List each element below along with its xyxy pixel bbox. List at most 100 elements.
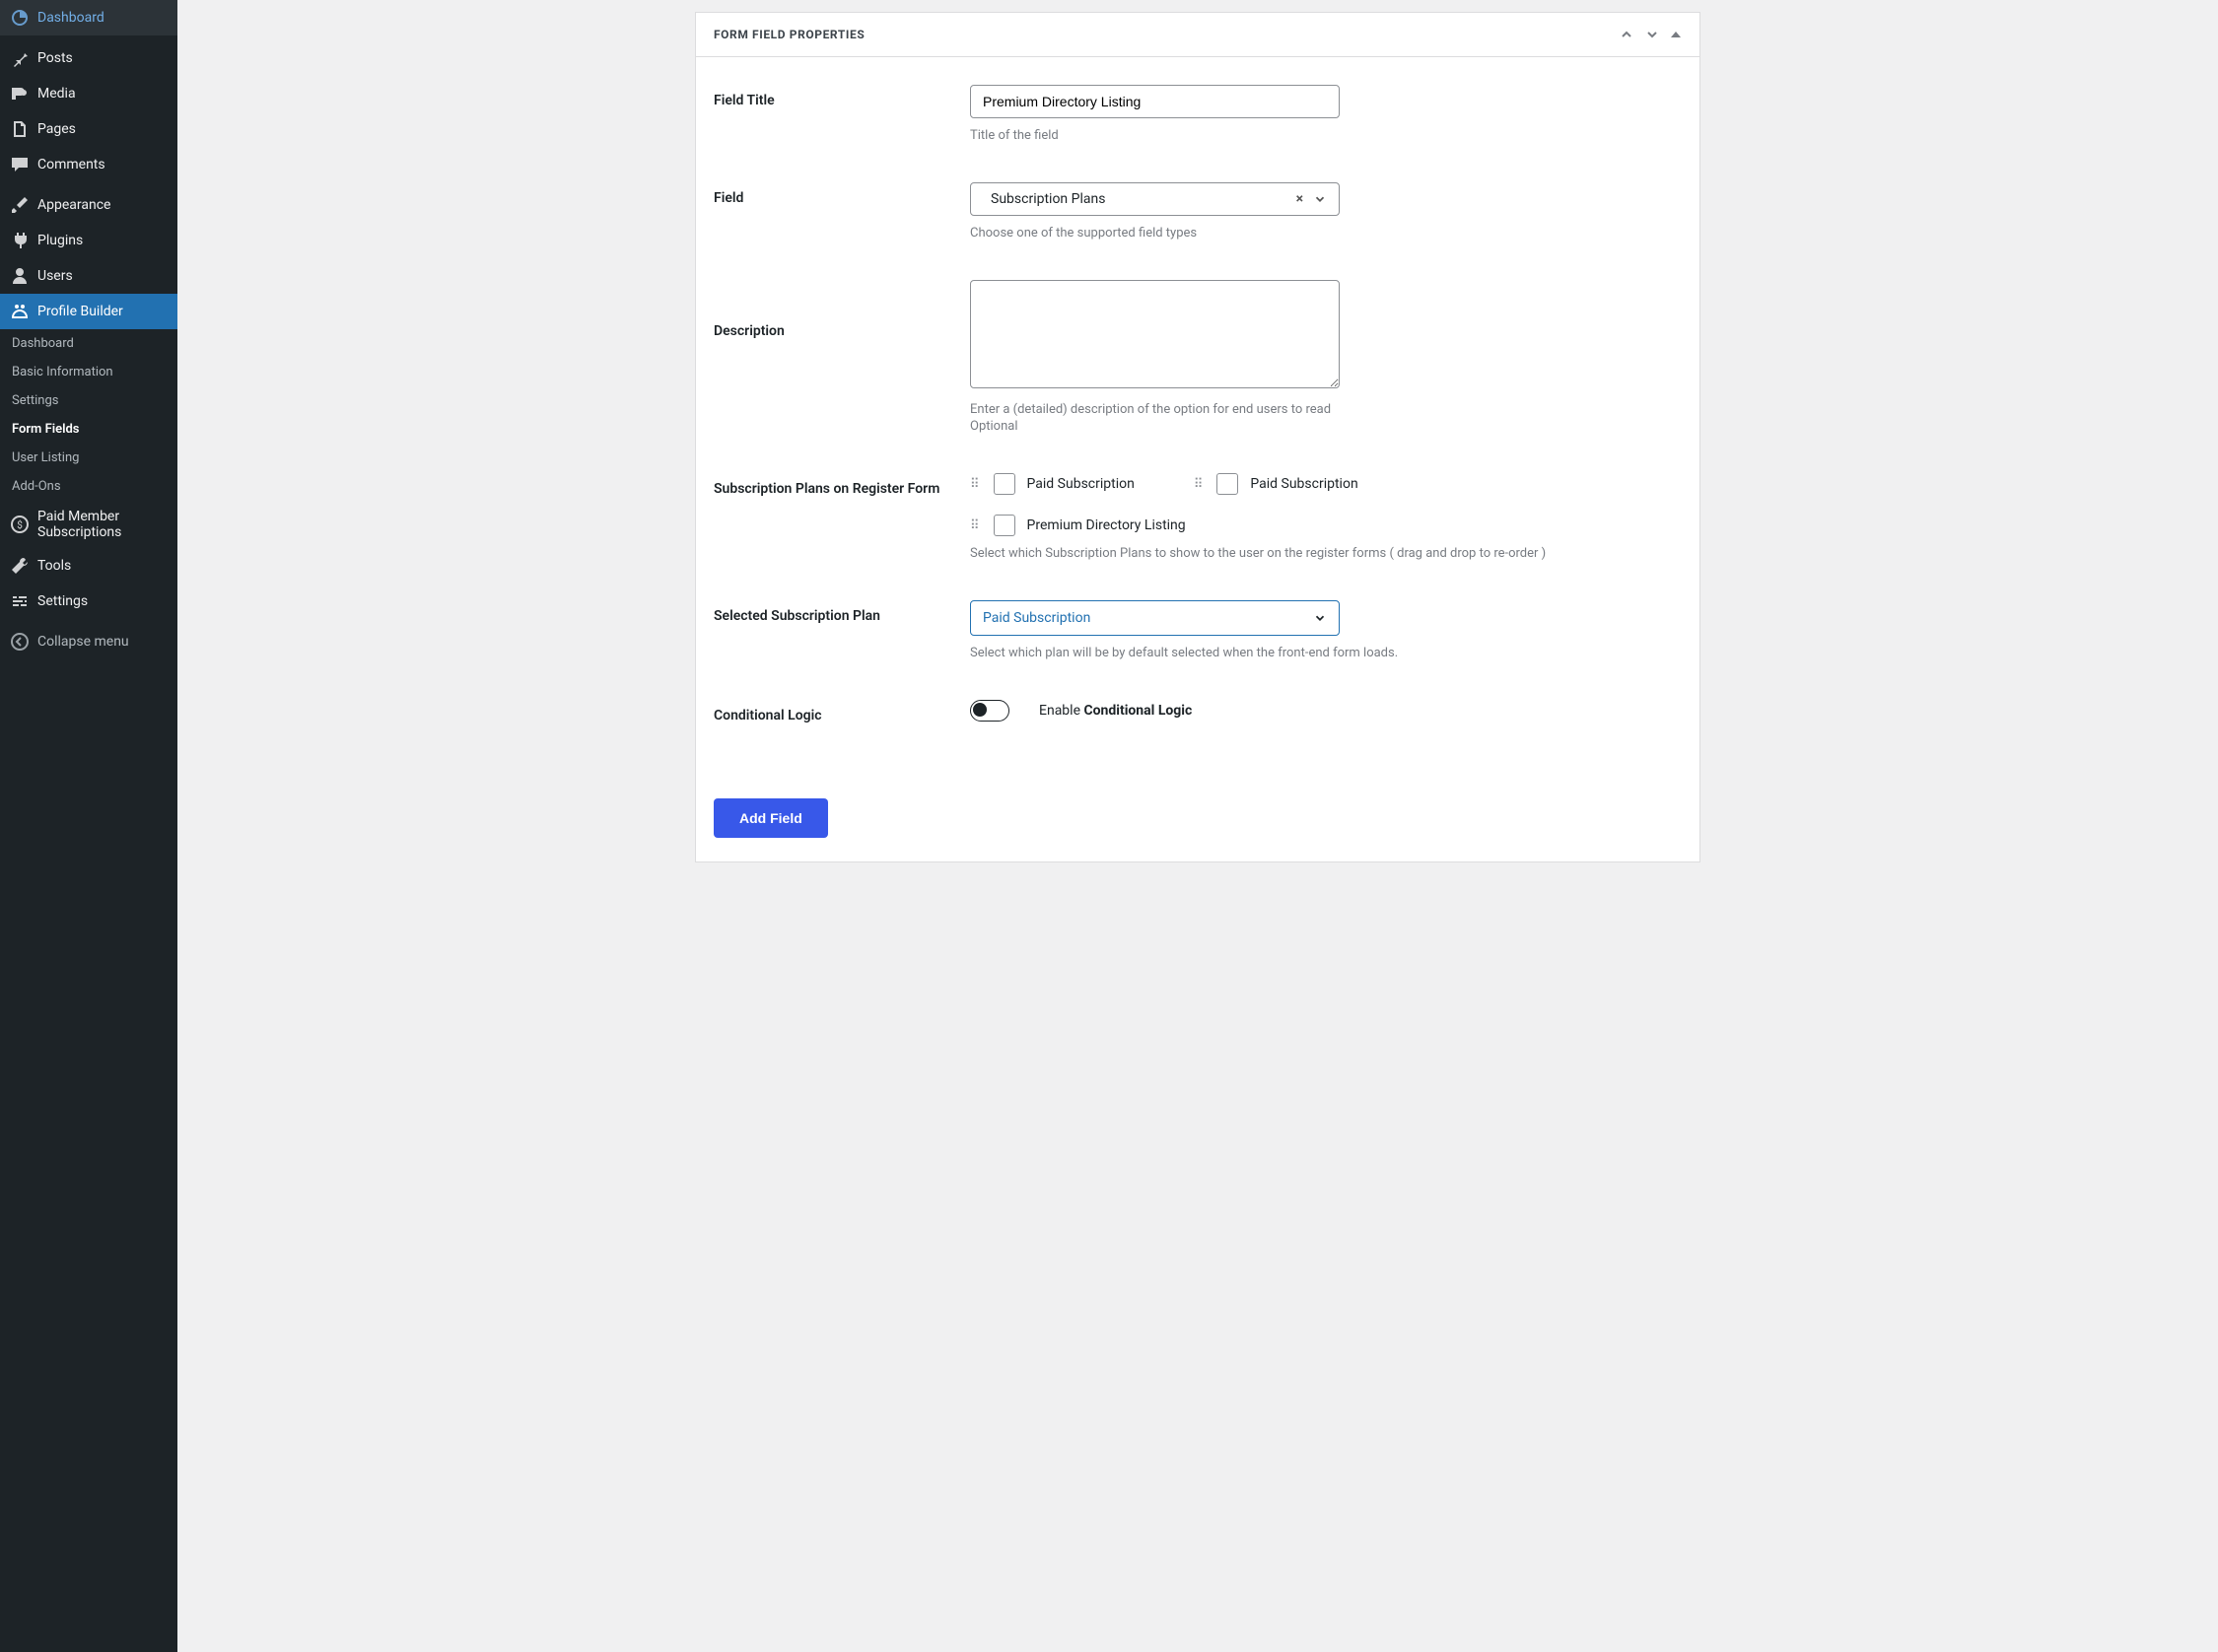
panel-header: FORM FIELD PROPERTIES (696, 13, 1699, 57)
field-type-helper: Choose one of the supported field types (970, 226, 1682, 241)
toggle-panel-icon[interactable] (1644, 27, 1660, 42)
svg-text:$: $ (17, 518, 23, 531)
description-helper-2: Optional (970, 419, 1682, 434)
field-type-value: Subscription Plans (983, 191, 1296, 207)
dollar-icon: $ (10, 515, 30, 534)
drag-handle-icon[interactable]: ⠿ (1194, 478, 1206, 491)
plan-checkbox-0[interactable] (994, 473, 1015, 495)
sidebar-item-dashboard[interactable]: Dashboard (0, 0, 177, 35)
comment-icon (10, 155, 30, 174)
sidebar-item-tools[interactable]: Tools (0, 548, 177, 584)
plans-helper: Select which Subscription Plans to show … (970, 546, 1682, 561)
nav-label: Pages (37, 121, 76, 137)
nav-label: Dashboard (37, 10, 104, 26)
nav-label: Profile Builder (37, 304, 123, 319)
sidebar-item-paid-member-subscriptions[interactable]: $ Paid Member Subscriptions (0, 501, 177, 548)
conditional-logic-toggle-label: Enable Conditional Logic (1039, 703, 1192, 719)
panel-title: FORM FIELD PROPERTIES (714, 28, 865, 41)
pages-icon (10, 119, 30, 139)
conditional-logic-toggle[interactable] (970, 700, 1009, 722)
plan-item-2[interactable]: ⠿ Premium Directory Listing (970, 515, 1682, 536)
selected-plan-value: Paid Subscription (983, 610, 1090, 626)
user-icon (10, 266, 30, 286)
description-textarea[interactable] (970, 280, 1340, 388)
plans-row: Subscription Plans on Register Form ⠿ Pa… (714, 473, 1682, 561)
sidebar-item-pages[interactable]: Pages (0, 111, 177, 147)
profile-builder-icon (10, 302, 30, 321)
sidebar-item-appearance[interactable]: Appearance (0, 187, 177, 223)
nav-label: Posts (37, 50, 73, 66)
plans-list: ⠿ Paid Subscription ⠿ Paid Subscription … (970, 473, 1682, 536)
nav-label: Users (37, 268, 73, 284)
sidebar-item-plugins[interactable]: Plugins (0, 223, 177, 258)
field-title-label: Field Title (714, 85, 970, 108)
sidebar-item-media[interactable]: Media (0, 76, 177, 111)
conditional-logic-row: Conditional Logic Enable Conditional Log… (714, 700, 1682, 723)
sidebar-item-profile-builder[interactable]: Profile Builder (0, 294, 177, 329)
form-field-properties-panel: FORM FIELD PROPERTIES Field Title Title … (695, 12, 1700, 862)
field-title-input[interactable] (970, 85, 1340, 118)
submenu-settings[interactable]: Settings (0, 386, 177, 415)
media-icon (10, 84, 30, 103)
plans-label: Subscription Plans on Register Form (714, 473, 970, 497)
sliders-icon (10, 591, 30, 611)
move-up-icon[interactable] (1619, 27, 1634, 42)
plan-label-2: Premium Directory Listing (1027, 517, 1186, 533)
toggle-knob (973, 703, 987, 717)
field-type-select[interactable]: Subscription Plans × (970, 182, 1340, 216)
nav-label: Paid Member Subscriptions (37, 509, 168, 540)
chevron-down-icon (1313, 611, 1327, 625)
nav-label: Plugins (37, 233, 83, 248)
profile-builder-submenu: Dashboard Basic Information Settings For… (0, 329, 177, 501)
description-helper-1: Enter a (detailed) description of the op… (970, 402, 1682, 417)
plan-item-0[interactable]: ⠿ Paid Subscription (970, 473, 1135, 495)
caret-up-icon[interactable] (1670, 29, 1682, 40)
collapse-icon (10, 632, 30, 652)
field-type-label: Field (714, 182, 970, 206)
chevron-down-icon[interactable] (1313, 192, 1327, 206)
sidebar-item-posts[interactable]: Posts (0, 40, 177, 76)
conditional-logic-label: Conditional Logic (714, 700, 970, 723)
field-title-row: Field Title Title of the field (714, 85, 1682, 143)
admin-sidebar: Dashboard Posts Media Pages Comments App… (0, 0, 177, 1652)
plan-checkbox-1[interactable] (1216, 473, 1238, 495)
add-field-button[interactable]: Add Field (714, 798, 828, 838)
panel-header-controls (1619, 27, 1682, 42)
sidebar-item-comments[interactable]: Comments (0, 147, 177, 182)
drag-handle-icon[interactable]: ⠿ (970, 478, 982, 491)
plan-label-0: Paid Subscription (1027, 476, 1135, 492)
plan-item-1[interactable]: ⠿ Paid Subscription (1194, 473, 1358, 495)
panel-body: Field Title Title of the field Field Sub… (696, 57, 1699, 861)
sidebar-collapse-menu[interactable]: Collapse menu (0, 624, 177, 659)
sidebar-item-users[interactable]: Users (0, 258, 177, 294)
nav-label: Appearance (37, 197, 110, 213)
submenu-dashboard[interactable]: Dashboard (0, 329, 177, 358)
wrench-icon (10, 556, 30, 576)
selected-plan-row: Selected Subscription Plan Paid Subscrip… (714, 600, 1682, 660)
brush-icon (10, 195, 30, 215)
selected-plan-select[interactable]: Paid Subscription (970, 600, 1340, 636)
submenu-form-fields[interactable]: Form Fields (0, 415, 177, 444)
nav-label: Comments (37, 157, 105, 172)
main-content: FORM FIELD PROPERTIES Field Title Title … (177, 0, 2218, 1652)
field-title-helper: Title of the field (970, 128, 1682, 143)
sidebar-item-settings[interactable]: Settings (0, 584, 177, 619)
nav-label: Settings (37, 593, 88, 609)
plan-label-1: Paid Subscription (1250, 476, 1357, 492)
plan-checkbox-2[interactable] (994, 515, 1015, 536)
nav-label: Media (37, 86, 76, 102)
field-type-row: Field Subscription Plans × Choose one of… (714, 182, 1682, 241)
nav-label: Tools (37, 558, 71, 574)
description-row: Description Enter a (detailed) descripti… (714, 280, 1682, 434)
submenu-user-listing[interactable]: User Listing (0, 444, 177, 472)
selected-plan-label: Selected Subscription Plan (714, 600, 970, 624)
drag-handle-icon[interactable]: ⠿ (970, 519, 982, 532)
pin-icon (10, 48, 30, 68)
description-label: Description (714, 280, 970, 339)
clear-selection-icon[interactable]: × (1296, 191, 1303, 207)
nav-label: Collapse menu (37, 634, 129, 650)
submenu-basic-information[interactable]: Basic Information (0, 358, 177, 386)
selected-plan-helper: Select which plan will be by default sel… (970, 646, 1682, 660)
plug-icon (10, 231, 30, 250)
submenu-add-ons[interactable]: Add-Ons (0, 472, 177, 501)
